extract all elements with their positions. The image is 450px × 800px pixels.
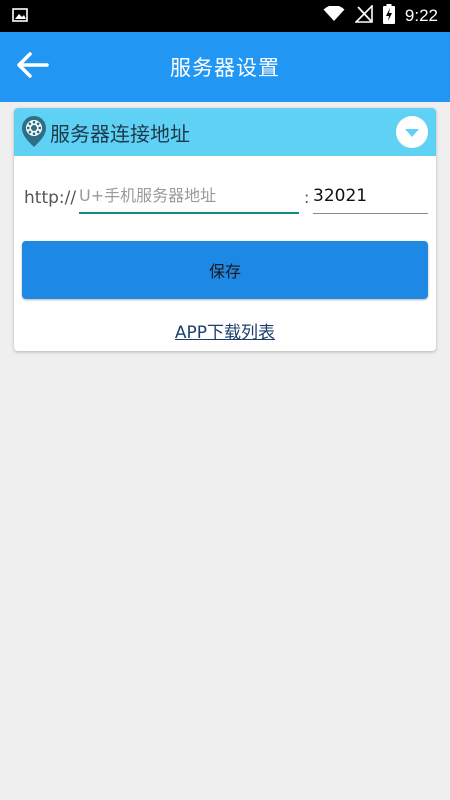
protocol-label: http:// [24, 188, 77, 208]
image-icon [12, 7, 28, 26]
card-title: 服务器连接地址 [50, 121, 190, 146]
no-signal-icon [353, 4, 373, 27]
chevron-down-icon [405, 123, 419, 142]
battery-charging-icon [382, 4, 395, 28]
page-title: 服务器设置 [170, 56, 280, 80]
server-host-input[interactable] [79, 182, 299, 214]
wifi-icon [323, 5, 345, 26]
server-settings-card: 服务器连接地址 http:// : 保存 APP下载列表 [14, 108, 436, 351]
port-separator: : [304, 188, 310, 207]
server-port-input[interactable] [313, 182, 428, 214]
gear-icon [20, 115, 48, 149]
card-header: 服务器连接地址 [14, 108, 436, 156]
save-button[interactable]: 保存 [22, 241, 428, 299]
server-address-row: http:// : [14, 182, 436, 216]
back-button[interactable] [12, 49, 52, 85]
back-arrow-icon [15, 51, 49, 83]
app-bar: 服务器设置 [0, 32, 450, 102]
status-time: 9:22 [404, 6, 438, 25]
app-download-list-link[interactable]: APP下载列表 [14, 318, 436, 343]
status-bar: 9:22 [0, 0, 450, 32]
expand-button[interactable] [396, 116, 428, 148]
